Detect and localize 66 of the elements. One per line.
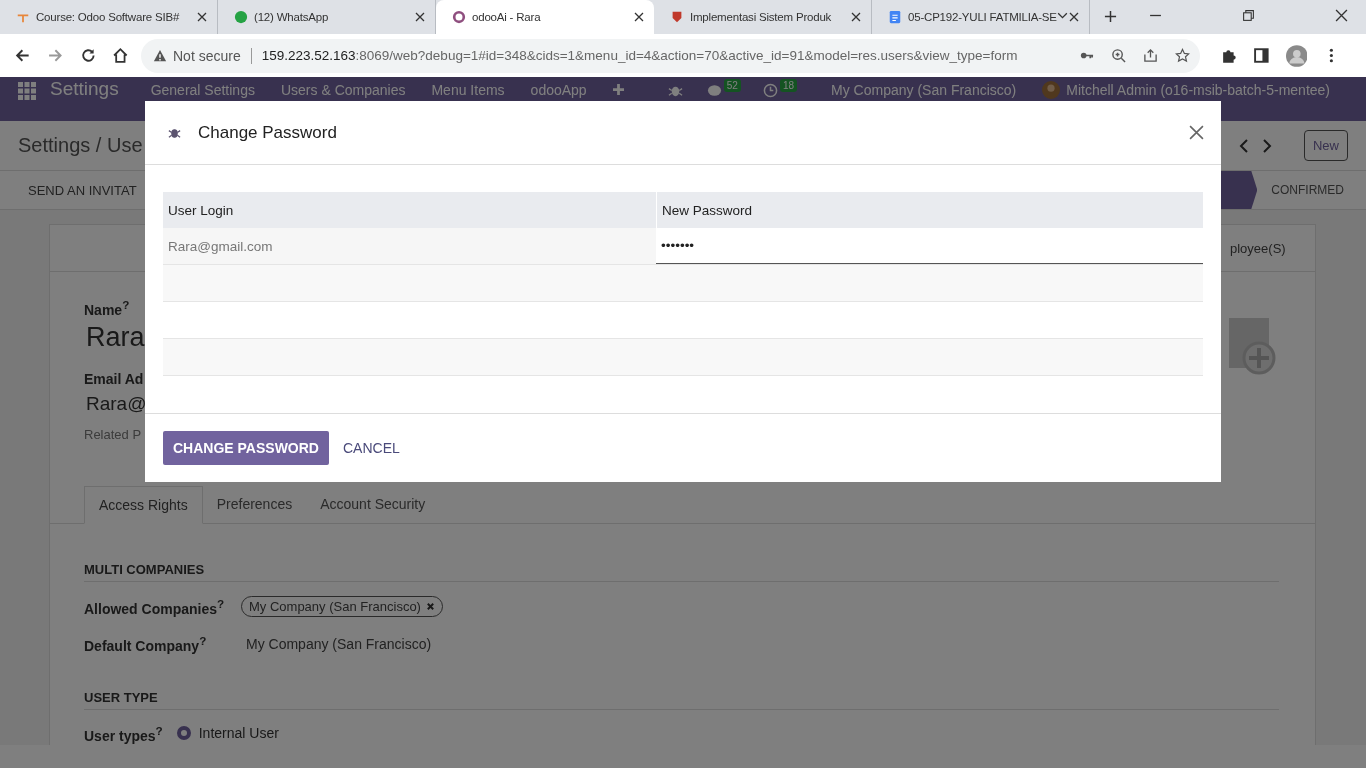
document-icon [888, 10, 902, 24]
dialog-title: Change Password [198, 122, 337, 143]
shield-icon [670, 10, 684, 24]
default-company-value: My Company (San Francisco) [246, 635, 432, 652]
radio-button[interactable] [176, 726, 191, 741]
change-password-button[interactable]: CHANGE PASSWORD [163, 431, 329, 465]
menu-item[interactable]: Menu Items [431, 82, 505, 98]
field-label: Email Ad [84, 370, 145, 387]
puzzle-icon[interactable] [1220, 47, 1237, 64]
field-label: User types$^{?}$ [84, 723, 163, 744]
zoom-icon[interactable] [1111, 48, 1127, 63]
url-text: 159.223.52.163:8069/web?debug=1#id=348&cids=1&menu_id=4&action=70&active_id=91&model=res.users&view_type=form [261, 48, 1019, 63]
close-icon[interactable] [851, 12, 861, 22]
app-name[interactable]: Settings [50, 78, 119, 100]
next-icon[interactable] [1262, 138, 1272, 153]
close-icon[interactable] [415, 12, 425, 22]
related-partner-label: Related P [84, 426, 143, 442]
breadcrumb[interactable]: Settings / Use [18, 134, 143, 157]
menu-item[interactable]: odooApp [530, 82, 587, 98]
column-header[interactable]: User Login [163, 192, 656, 228]
close-icon[interactable] [197, 12, 207, 22]
apps-menu-icon[interactable] [18, 82, 36, 100]
ring-icon [452, 10, 466, 24]
table-row[interactable]: Rara@gmail.com ••••••• [163, 228, 1203, 265]
menu-item[interactable]: General Settings [150, 82, 255, 98]
table-cell: Rara@gmail.com [163, 228, 656, 264]
email-value: Rara@ [86, 392, 148, 415]
radio-label: Internal User [198, 725, 279, 742]
previous-icon[interactable] [1239, 138, 1249, 153]
message-count-badge: 52 [723, 79, 741, 92]
restore-icon[interactable] [1242, 9, 1255, 22]
profile-avatar-icon[interactable] [1285, 44, 1308, 67]
close-icon[interactable] [1189, 125, 1204, 140]
share-icon[interactable] [1143, 48, 1159, 63]
reload-icon[interactable] [79, 47, 97, 64]
security-label: Not secure [173, 47, 252, 64]
field-label: Allowed Companies$^{?}$ [84, 596, 226, 617]
clock-icon[interactable] [762, 83, 778, 98]
side-panel-icon[interactable] [1252, 47, 1270, 64]
user-menu[interactable]: Mitchell Admin (o16-msib-batch-5-mentee) [1066, 82, 1330, 98]
field-label: Name$^{?}$ [84, 298, 131, 318]
back-icon[interactable] [14, 47, 31, 64]
section-title: MULTI COMPANIES [84, 562, 1279, 582]
cancel-button[interactable]: CANCEL [332, 431, 410, 465]
section-title: USER TYPE [84, 689, 1279, 710]
warning-icon [153, 48, 167, 63]
forward-icon[interactable] [46, 47, 64, 64]
name-value: Rara [86, 321, 146, 353]
form-tab[interactable]: Access Rights [84, 486, 203, 524]
form-tab[interactable]: Preferences [202, 486, 307, 523]
address-bar[interactable]: Not secure 159.223.52.163:8069/web?debug=1#id=348&cids=1&menu_id=4&action=70&active_id=91&model=res.users&view_type=form [141, 38, 1201, 73]
remove-icon[interactable] [425, 602, 435, 611]
field-label: Default Company$^{?}$ [84, 634, 208, 654]
new-tab-icon[interactable] [1104, 10, 1117, 23]
close-icon[interactable] [1069, 12, 1079, 22]
star-icon[interactable] [1175, 48, 1191, 63]
close-icon[interactable] [634, 12, 644, 22]
form-tab[interactable]: Account Security [306, 486, 440, 523]
browser-tab[interactable]: odooAi - Rara [436, 0, 654, 34]
new-button[interactable]: New [1304, 130, 1348, 161]
home-icon[interactable] [112, 47, 129, 64]
company-switcher[interactable]: My Company (San Francisco) [831, 82, 1017, 98]
activity-count-badge: 18 [779, 79, 798, 92]
menu-item[interactable]: Users & Companies [280, 82, 406, 98]
close-icon[interactable] [1335, 9, 1348, 22]
plus-icon[interactable] [612, 84, 624, 95]
